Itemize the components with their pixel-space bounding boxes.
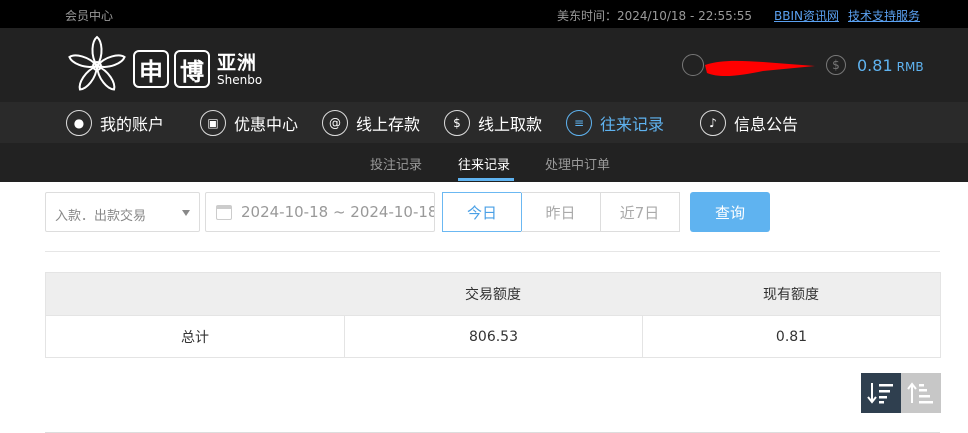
nav-item-announcements[interactable]: ♪ 信息公告 — [700, 102, 798, 143]
active-tab-underline — [458, 178, 514, 181]
summary-table: 交易额度 现有额度 总计 806.53 0.81 — [45, 272, 941, 358]
gift-icon: ▣ — [200, 109, 226, 136]
caret-down-icon — [182, 210, 190, 216]
member-center-label: 会员中心 — [65, 9, 114, 23]
logo-english-text: Shenbo — [217, 73, 263, 87]
table-header-cell: 交易额度 — [465, 287, 521, 303]
table-header-cell: 现有额度 — [763, 287, 819, 303]
table-cell-total-label: 总计 — [181, 329, 209, 346]
logo-char-shen: 申 — [133, 50, 169, 88]
logo-asia-text: 亚洲 — [217, 52, 258, 74]
nav-label: 线上取款 — [478, 114, 543, 134]
nav-item-withdraw[interactable]: $ 线上取款 — [444, 102, 542, 143]
nav-label: 往来记录 — [600, 114, 665, 134]
flower-logo-icon — [68, 35, 126, 91]
account-balance: 0.81 RMB — [857, 56, 924, 75]
tab-transaction-records[interactable]: 往来记录 — [458, 154, 510, 173]
nav-label: 信息公告 — [734, 114, 799, 134]
table-cell-current-balance: 0.81 — [642, 316, 940, 357]
sort-ascending-button[interactable] — [901, 373, 941, 413]
nav-item-my-account[interactable]: ● 我的账户 — [66, 102, 164, 143]
bbin-info-link[interactable]: BBIN资讯网 — [774, 7, 839, 24]
nav-label: 我的账户 — [100, 114, 165, 134]
time-label: 美东时间： — [557, 9, 618, 23]
nav-item-promotions[interactable]: ▣ 优惠中心 — [200, 102, 298, 143]
withdraw-icon: $ — [444, 109, 470, 136]
main-nav: ● 我的账户 ▣ 优惠中心 @ 线上存款 $ 线上取款 ≡ 往来记录 ♪ 信息公告 — [0, 102, 968, 143]
records-icon: ≡ — [566, 109, 592, 136]
date-range-input[interactable]: 2024-10-18 ~ 2024-10-18 — [205, 192, 435, 232]
tab-pending-orders[interactable]: 处理中订单 — [545, 154, 610, 173]
query-button[interactable]: 查询 — [690, 192, 770, 232]
calendar-icon — [216, 205, 232, 220]
time-value: 2024/10/18 - 22:55:55 — [617, 9, 753, 23]
tab-bet-records[interactable]: 投注记录 — [370, 154, 422, 173]
table-header-row: 交易额度 现有额度 — [46, 273, 940, 315]
bell-icon: ♪ — [700, 109, 726, 136]
divider — [45, 251, 940, 252]
today-button[interactable]: 今日 — [442, 192, 522, 232]
logo-char-bo: 博 — [174, 50, 210, 88]
user-avatar-icon — [682, 54, 704, 76]
server-time: 美东时间：2024/10/18 - 22:55:55 — [557, 7, 752, 24]
nav-label: 线上存款 — [356, 114, 421, 134]
redacted-username — [705, 60, 815, 77]
select-value: 入款．出款交易 — [55, 209, 147, 224]
balance-value: 0.81 — [857, 56, 893, 75]
tech-support-link[interactable]: 技术支持服务 — [848, 7, 920, 24]
sub-nav: 投注记录 往来记录 处理中订单 — [0, 143, 968, 182]
top-bar: 会员中心 美东时间：2024/10/18 - 22:55:55 BBIN资讯网 … — [0, 0, 968, 28]
table-cell-transaction-amount: 806.53 — [344, 316, 642, 357]
sort-descending-button[interactable] — [861, 373, 901, 413]
balance-coin-icon: $ — [826, 55, 846, 75]
table-header-cell — [46, 273, 344, 315]
nav-item-deposit[interactable]: @ 线上存款 — [322, 102, 420, 143]
nav-item-records[interactable]: ≡ 往来记录 — [566, 102, 664, 143]
sort-descending-icon — [867, 383, 893, 404]
deposit-icon: @ — [322, 109, 348, 136]
balance-currency: RMB — [896, 60, 924, 74]
transaction-type-select[interactable]: 入款．出款交易 — [45, 192, 200, 232]
user-icon: ● — [66, 109, 92, 136]
last-7-days-button[interactable]: 近7日 — [600, 192, 680, 232]
date-range-value: 2024-10-18 ~ 2024-10-18 — [241, 203, 435, 221]
sort-ascending-icon — [907, 382, 933, 404]
table-row: 总计 806.53 0.81 — [46, 315, 940, 357]
nav-label: 优惠中心 — [234, 114, 299, 134]
yesterday-button[interactable]: 昨日 — [521, 192, 601, 232]
